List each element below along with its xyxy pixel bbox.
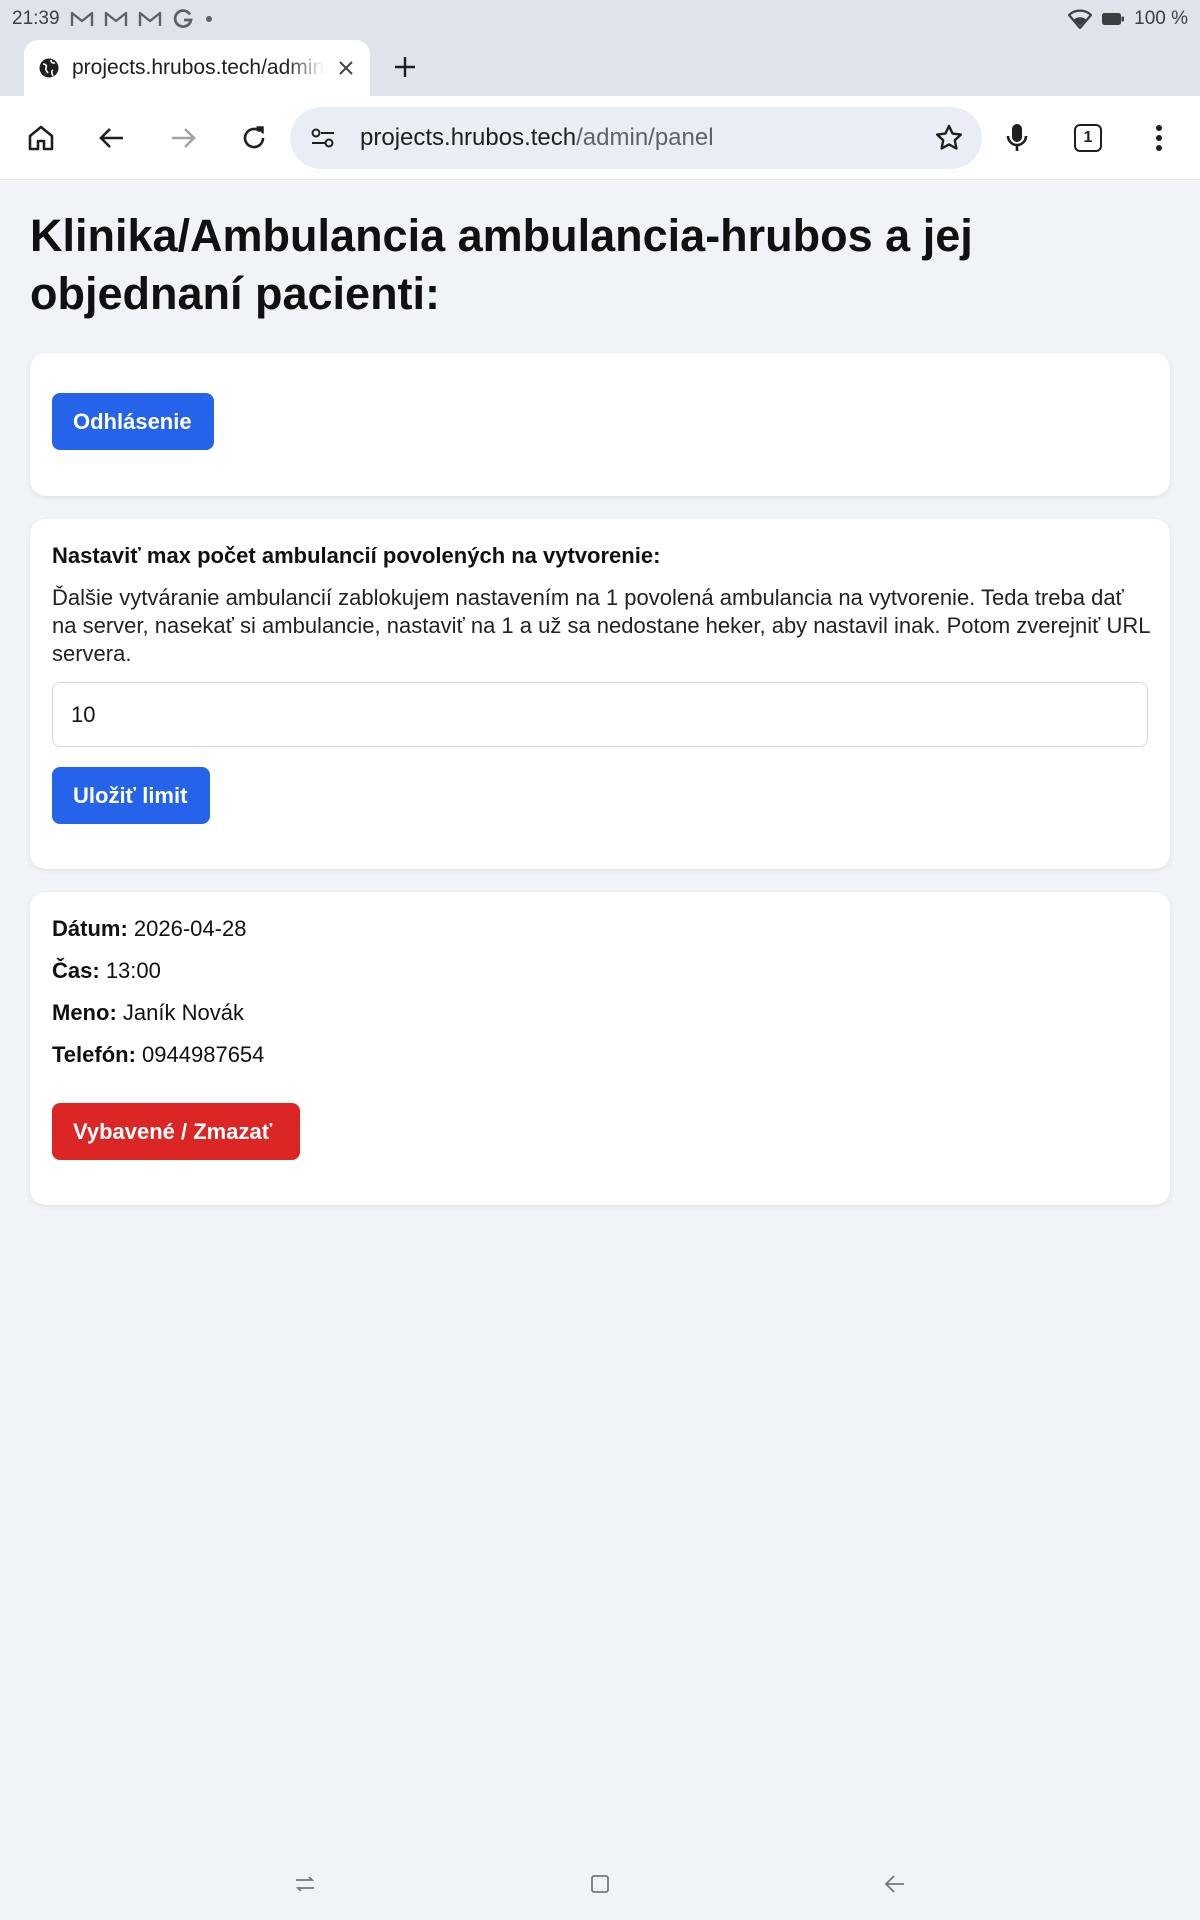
delete-appointment-button[interactable]: Vybavené / Zmazať xyxy=(52,1103,300,1160)
more-vert-icon xyxy=(1156,125,1162,151)
page-content: Klinika/Ambulancia ambulancia-hrubos a j… xyxy=(0,181,1200,1846)
appointment-date: Dátum: 2026-04-28 xyxy=(52,916,246,942)
url-path: /admin/panel xyxy=(576,124,714,151)
home-square-icon xyxy=(591,1875,609,1893)
logout-card: Odhlásenie xyxy=(30,353,1170,496)
limit-heading: Nastaviť max počet ambulancií povolených… xyxy=(52,543,661,568)
dot-icon xyxy=(204,14,214,24)
tab-title: projects.hrubos.tech/admin/panel xyxy=(72,56,324,79)
gmail-icon xyxy=(138,10,162,28)
bookmark-star-icon[interactable] xyxy=(934,123,964,153)
back-arrow-icon xyxy=(884,1875,904,1893)
status-time: 21:39 xyxy=(12,8,60,29)
limit-description: Ďalšie vytváranie ambulancií zablokujem … xyxy=(52,585,1150,666)
url-text[interactable]: projects.hrubos.tech/admin/panel xyxy=(360,124,714,152)
appointment-phone: Telefón: 0944987654 xyxy=(52,1042,264,1068)
forward-button[interactable] xyxy=(159,114,207,162)
address-bar[interactable]: projects.hrubos.tech/admin/panel xyxy=(290,107,982,169)
gmail-icon xyxy=(104,10,128,28)
name-value: Janík Novák xyxy=(122,1000,244,1025)
recents-button[interactable] xyxy=(287,1866,323,1902)
home-button[interactable] xyxy=(17,114,65,162)
date-label: Dátum: xyxy=(52,916,128,941)
gmail-icon xyxy=(70,10,94,28)
plus-icon xyxy=(395,57,415,77)
home-nav-button[interactable] xyxy=(582,1866,618,1902)
close-icon[interactable] xyxy=(336,58,356,78)
google-icon xyxy=(172,8,194,30)
limit-input[interactable] xyxy=(52,682,1148,747)
limit-card: Nastaviť max počet ambulancií povolených… xyxy=(30,519,1170,869)
tab-switcher-button[interactable]: 1 xyxy=(1064,114,1112,162)
microphone-icon xyxy=(1006,124,1028,151)
battery-level: 100 % xyxy=(1134,8,1188,29)
status-bar: 21:39 100 % xyxy=(0,0,1200,38)
arrow-right-icon xyxy=(172,128,196,148)
phone-label: Telefón: xyxy=(52,1042,136,1067)
system-nav-bar xyxy=(0,1846,1200,1920)
page-title: Klinika/Ambulancia ambulancia-hrubos a j… xyxy=(30,210,973,319)
logout-button[interactable]: Odhlásenie xyxy=(52,393,214,450)
globe-icon xyxy=(38,57,60,79)
recents-icon xyxy=(295,1876,315,1892)
back-button[interactable] xyxy=(88,114,136,162)
appointment-name: Meno: Janík Novák xyxy=(52,1000,244,1026)
reload-button[interactable] xyxy=(230,114,278,162)
browser-toolbar: projects.hrubos.tech/admin/panel 1 xyxy=(0,96,1200,180)
date-value: 2026-04-28 xyxy=(133,916,247,941)
new-tab-button[interactable] xyxy=(388,50,422,84)
voice-search-button[interactable] xyxy=(993,114,1041,162)
browser-tab[interactable]: projects.hrubos.tech/admin/panel xyxy=(24,40,370,96)
time-label: Čas: xyxy=(52,958,100,983)
wifi-icon xyxy=(1068,9,1093,29)
arrow-left-icon xyxy=(99,128,123,148)
reload-icon xyxy=(243,126,265,149)
home-icon xyxy=(28,125,54,151)
back-nav-button[interactable] xyxy=(877,1866,913,1902)
battery-icon xyxy=(1102,12,1125,26)
tab-strip: projects.hrubos.tech/admin/panel xyxy=(0,38,1200,96)
site-settings-icon[interactable] xyxy=(310,127,336,149)
url-host: projects.hrubos.tech xyxy=(360,124,577,151)
menu-button[interactable] xyxy=(1135,114,1183,162)
tab-count: 1 xyxy=(1074,124,1102,152)
appointment-time: Čas: 13:00 xyxy=(52,958,161,984)
save-limit-button[interactable]: Uložiť limit xyxy=(52,767,210,824)
name-label: Meno: xyxy=(52,1000,117,1025)
appointment-card: Dátum: 2026-04-28 Čas: 13:00 Meno: Janík… xyxy=(30,892,1170,1205)
phone-value: 0944987654 xyxy=(142,1042,265,1067)
time-value: 13:00 xyxy=(105,958,161,983)
